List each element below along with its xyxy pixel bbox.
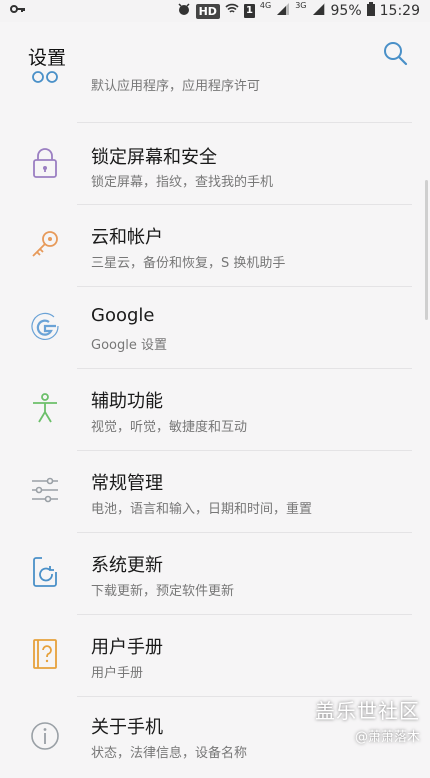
list-item-user-manual[interactable]: 用户手册 用户手册: [0, 615, 430, 696]
network-type-1: 4G: [259, 0, 272, 10]
key-icon: [28, 227, 62, 261]
item-label: 锁定屏幕和安全: [91, 147, 217, 168]
manual-icon: [28, 637, 62, 671]
item-label: 辅助功能: [91, 391, 163, 412]
scrollbar[interactable]: [425, 180, 428, 320]
list-item-accessibility[interactable]: 辅助功能 视觉，听觉，敏捷度和互动: [0, 369, 430, 450]
battery-icon: [366, 2, 375, 20]
clock: 15:29: [379, 3, 420, 19]
item-label: 用户手册: [91, 637, 163, 658]
list-item-google[interactable]: Google Google 设置: [0, 287, 430, 368]
list-item-lock-screen[interactable]: 锁定屏幕和安全 锁定屏幕，指纹，查找我的手机: [0, 123, 430, 204]
signal-icon-1: [276, 2, 290, 20]
update-icon: [28, 555, 62, 589]
list-item-apps[interactable]: 默认应用程序，应用程序许可: [0, 60, 430, 110]
lock-icon: [28, 146, 62, 180]
list-item-general-management[interactable]: 常规管理 电池，语言和输入，日期和时间，重置: [0, 451, 430, 532]
network-type-2: 3G: [295, 0, 307, 10]
watermark: 盖乐世社区 @萧萧落木: [315, 695, 420, 745]
list-item-cloud-accounts[interactable]: 云和帐户 三星云，备份和恢复，S 换机助手: [0, 205, 430, 286]
alarm-icon: [177, 2, 191, 20]
hd-badge: HD: [195, 3, 220, 19]
watermark-title: 盖乐世社区: [315, 699, 420, 723]
accessibility-icon: [28, 391, 62, 425]
item-subtitle: 视觉，听觉，敏捷度和互动: [91, 420, 248, 435]
item-subtitle: Google 设置: [91, 338, 167, 353]
wifi-icon: [225, 2, 239, 20]
item-subtitle: 电池，语言和输入，日期和时间，重置: [91, 502, 313, 517]
item-subtitle: 三星云，备份和恢复，S 换机助手: [91, 256, 286, 271]
info-icon: [28, 719, 62, 753]
item-subtitle: 默认应用程序，应用程序许可: [91, 79, 261, 94]
item-label: 关于手机: [91, 717, 163, 738]
item-label: 常规管理: [91, 473, 163, 494]
item-subtitle: 用户手册: [91, 666, 144, 681]
item-subtitle: 状态，法律信息，设备名称: [91, 746, 248, 761]
item-label: Google: [91, 305, 155, 326]
watermark-author: @萧萧落木: [354, 730, 420, 745]
sliders-icon: [28, 473, 62, 507]
item-label: 云和帐户: [91, 227, 163, 248]
item-subtitle: 锁定屏幕，指纹，查找我的手机: [91, 175, 274, 190]
item-label: 系统更新: [91, 555, 163, 576]
apps-icon: [28, 60, 62, 94]
signal-icon-2: [312, 2, 326, 20]
list-item-system-update[interactable]: 系统更新 下载更新，预定软件更新: [0, 533, 430, 614]
item-subtitle: 下载更新，预定软件更新: [91, 584, 235, 599]
key-icon: [10, 3, 26, 18]
google-icon: [28, 310, 62, 344]
status-bar: HD 1 4G 3G 95% 15:29: [0, 0, 430, 22]
sim-badge: 1: [243, 4, 255, 18]
battery-percent: 95%: [330, 3, 362, 19]
